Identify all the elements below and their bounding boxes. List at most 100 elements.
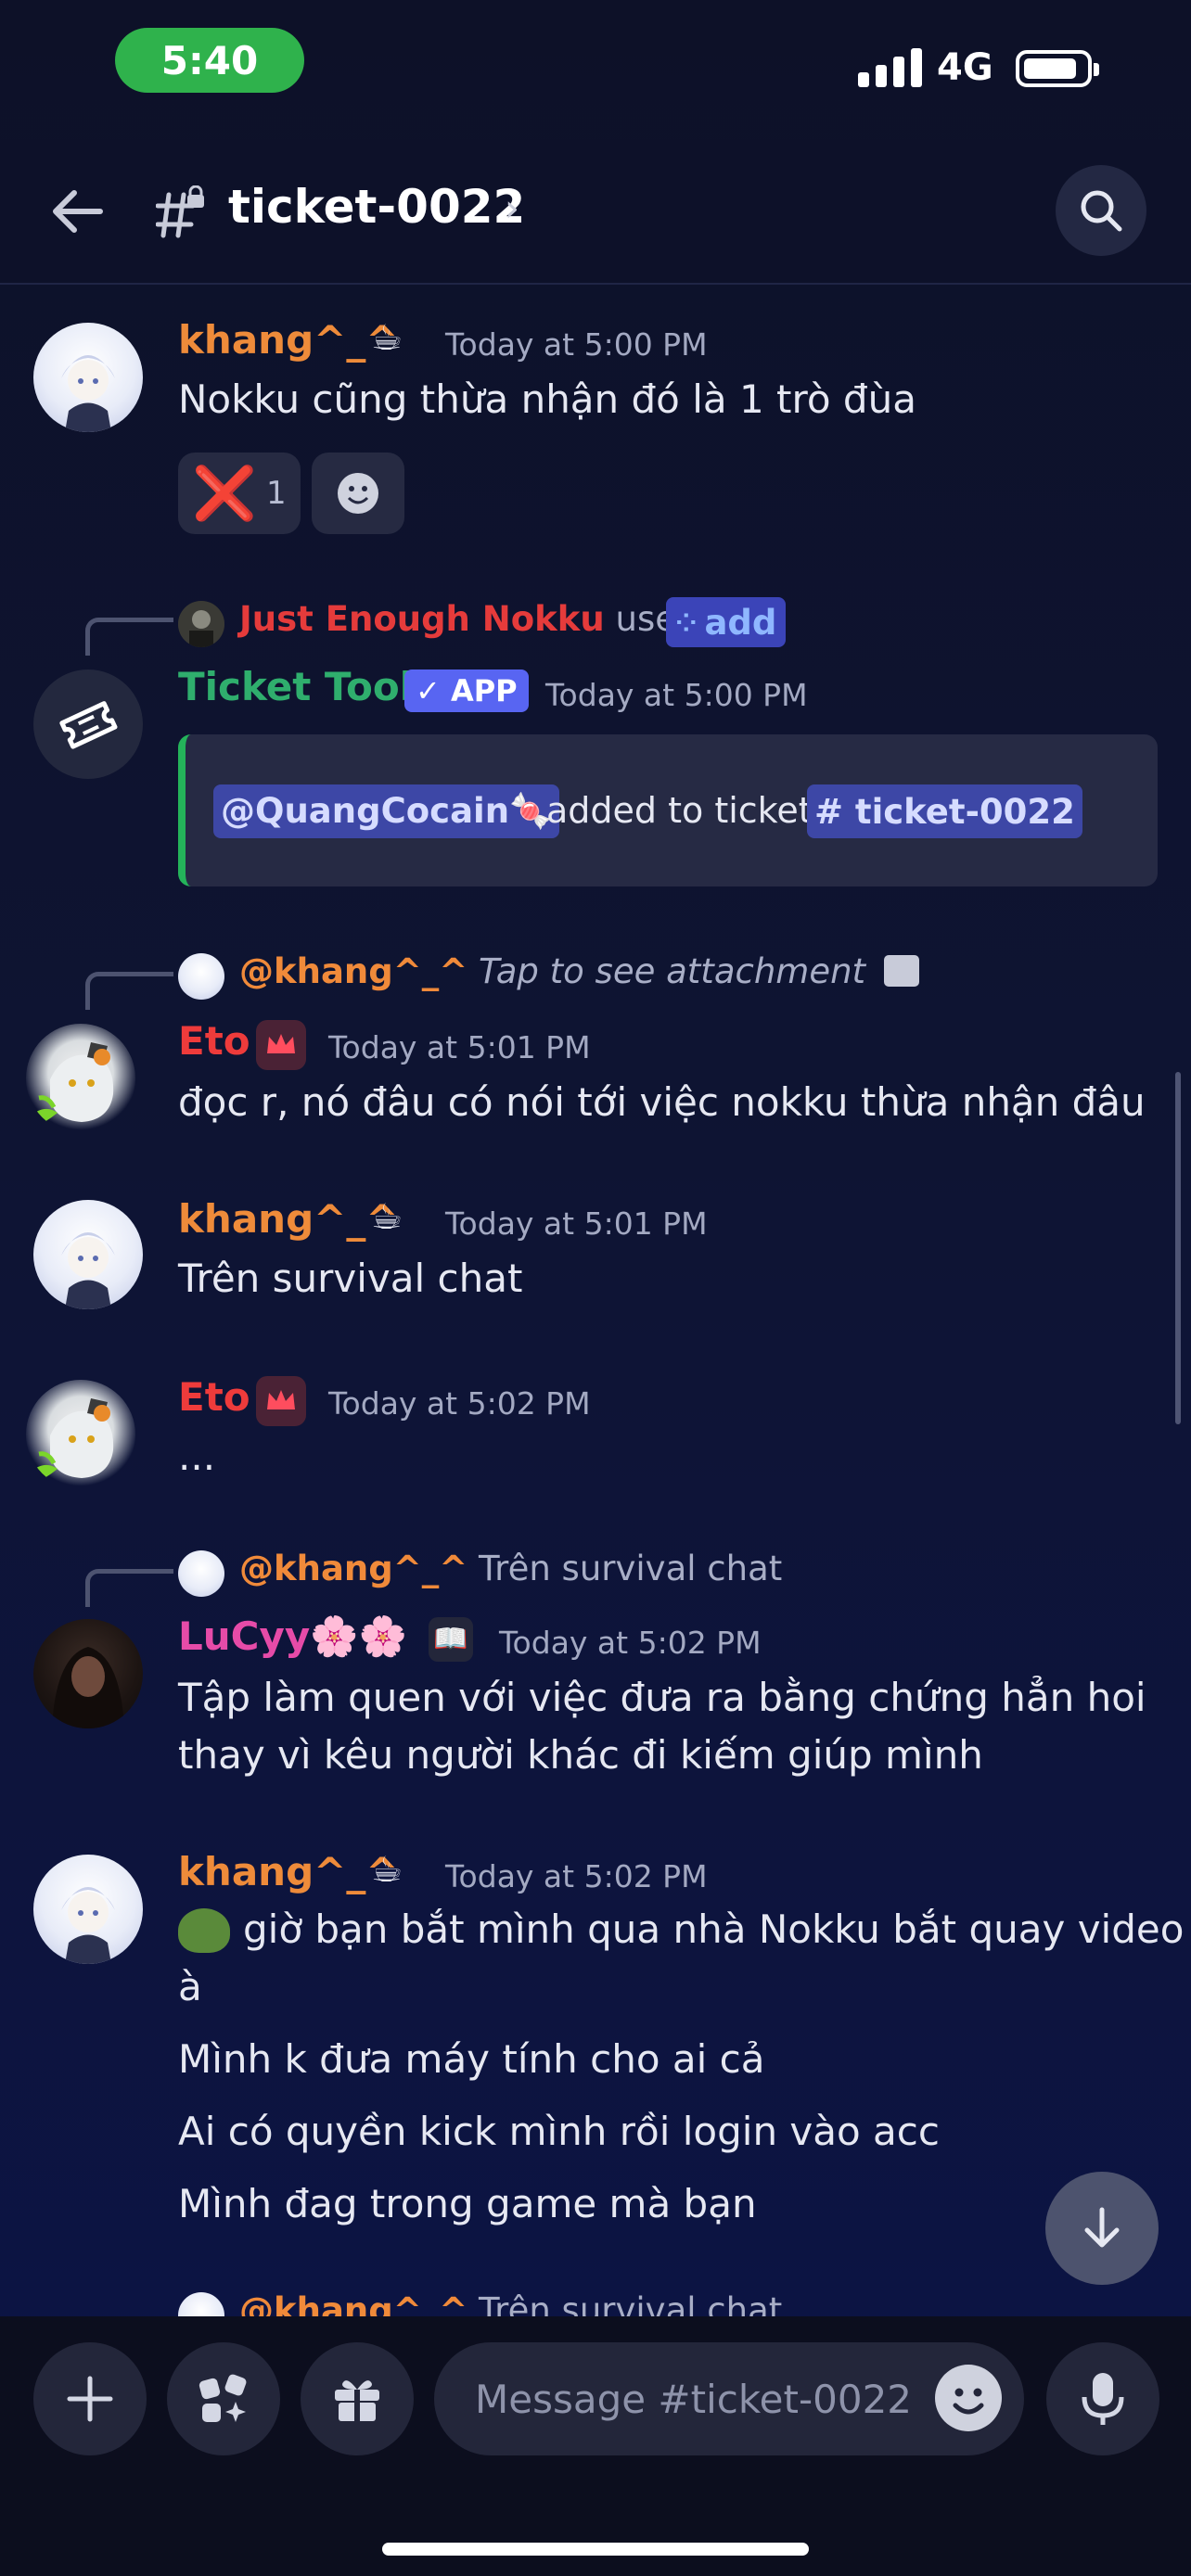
signal-icon — [858, 45, 922, 87]
command-name: add — [704, 602, 777, 643]
avatar-image — [30, 1042, 114, 1128]
reply-avatar — [178, 953, 224, 1000]
user-mention[interactable]: @QuangCocain🍬 — [213, 784, 560, 838]
embed-text: added to ticket — [546, 790, 813, 831]
reply-connector — [85, 972, 173, 1010]
reply-avatar — [178, 1550, 224, 1597]
message-composer: Message #ticket-0022 — [0, 2316, 1191, 2576]
timestamp: Today at 5:02 PM — [328, 1385, 591, 1422]
message-text: ... — [178, 1434, 216, 1479]
author-name[interactable]: Ticket Tool — [178, 664, 413, 709]
search-icon — [1081, 190, 1122, 232]
microphone-icon — [1082, 2373, 1124, 2425]
reply-preview[interactable]: @khang^_^ Trên survival chat — [239, 1549, 782, 1588]
reply-connector — [85, 1569, 173, 1607]
reply-author: @khang^_^ — [239, 951, 468, 991]
avatar-image — [61, 355, 115, 432]
invoker-name[interactable]: Just Enough Nokku — [239, 599, 605, 639]
bot-embed: @QuangCocain🍬 added to ticket # ticket-0… — [178, 734, 1158, 886]
ticket-icon — [59, 701, 118, 749]
avatar[interactable] — [26, 1024, 135, 1133]
book-badge-icon: 📖 — [429, 1617, 473, 1662]
crown-icon — [256, 1376, 306, 1426]
pepe-emoji-icon — [178, 1908, 230, 1953]
scrollbar[interactable] — [1175, 1072, 1181, 1424]
reaction-count: 1 — [266, 475, 287, 512]
smiley-icon — [937, 2366, 1000, 2429]
search-button[interactable] — [1056, 165, 1146, 256]
app-badge: ✓ APP — [404, 670, 529, 712]
author-name[interactable]: Eto — [178, 1018, 250, 1064]
reply-snippet: Trên survival chat — [479, 1549, 783, 1588]
gift-icon — [335, 2380, 379, 2421]
message-text: đọc r, nó đâu có nói tới việc nokku thừa… — [178, 1079, 1146, 1125]
avatar[interactable] — [33, 1855, 143, 1964]
private-channel-hash-icon — [156, 185, 204, 238]
status-bar: 5:40 4G — [0, 0, 1191, 130]
invoker-avatar[interactable] — [178, 601, 224, 647]
author-name[interactable]: khang^_^ — [178, 1196, 399, 1242]
message-text: Mình k đưa máy tính cho ai cả — [178, 2036, 765, 2082]
arrow-down-icon — [1084, 2207, 1120, 2248]
timestamp: Today at 5:01 PM — [328, 1029, 591, 1065]
bot-avatar[interactable] — [33, 670, 143, 779]
coffee-badge-icon: ☕ — [371, 1849, 403, 1890]
avatar[interactable] — [33, 1200, 143, 1309]
reply-connector — [85, 618, 173, 656]
message-text: Ai có quyền kick mình rồi login vào acc — [178, 2109, 940, 2154]
reaction-x[interactable]: ❌ 1 — [178, 453, 301, 534]
voice-message-button[interactable] — [1046, 2342, 1159, 2455]
smiley-icon — [338, 473, 378, 514]
avatar-image — [61, 1232, 115, 1309]
author-name[interactable]: khang^_^ — [178, 317, 399, 363]
emoji-button[interactable] — [935, 2365, 1002, 2431]
message-text: Mình đag trong game mà bạn — [178, 2181, 757, 2226]
chevron-right-icon[interactable]: › — [505, 187, 519, 230]
channel-title[interactable]: ticket-0022 — [228, 180, 525, 234]
avatar-image — [61, 1887, 115, 1964]
back-button[interactable] — [45, 178, 111, 245]
timestamp: Today at 5:02 PM — [445, 1858, 708, 1894]
apps-button[interactable] — [167, 2342, 280, 2455]
command-usage: Just Enough Nokku used — [239, 599, 698, 639]
add-reaction-button[interactable] — [312, 453, 404, 534]
channel-header: ticket-0022 › — [0, 139, 1191, 285]
reply-preview[interactable]: @khang^_^ Trên survival chat — [239, 2290, 782, 2316]
reply-preview[interactable]: @khang^_^ Tap to see attachment — [239, 951, 919, 991]
author-name[interactable]: LuCyy🌸🌸 — [178, 1613, 407, 1660]
avatar-image — [30, 1398, 114, 1484]
avatar[interactable] — [33, 1619, 143, 1728]
status-time: 5:40 — [115, 28, 304, 93]
author-name[interactable]: Eto — [178, 1374, 250, 1420]
message-placeholder: Message #ticket-0022 — [475, 2376, 913, 2422]
timestamp: Today at 5:00 PM — [445, 326, 708, 363]
message-text: thay vì kêu người khác đi kiếm giúp mình — [178, 1732, 983, 1778]
jump-to-bottom-button[interactable] — [1045, 2172, 1159, 2285]
back-arrow-icon — [53, 190, 103, 233]
message-text: à — [178, 1964, 202, 2009]
avatar-image — [178, 601, 224, 647]
coffee-badge-icon: ☕ — [371, 1196, 403, 1237]
message-text: Trên survival chat — [178, 1256, 523, 1301]
avatar[interactable] — [33, 323, 143, 432]
crown-icon — [256, 1020, 306, 1070]
home-indicator[interactable] — [382, 2543, 809, 2556]
message-text: Nokku cũng thừa nhận đó là 1 trò đùa — [178, 376, 916, 422]
channel-mention[interactable]: # ticket-0022 — [807, 784, 1082, 838]
reply-snippet: Trên survival chat — [479, 2290, 783, 2316]
timestamp: Today at 5:02 PM — [499, 1625, 762, 1661]
slash-command-chip[interactable]: ⁘ add — [666, 597, 787, 647]
attach-button[interactable] — [33, 2342, 147, 2455]
apps-icon — [198, 2374, 247, 2422]
avatar[interactable] — [26, 1380, 135, 1489]
reply-author: @khang^_^ — [239, 1549, 468, 1588]
gift-button[interactable] — [301, 2342, 414, 2455]
reply-avatar — [178, 2292, 224, 2316]
author-name[interactable]: khang^_^ — [178, 1849, 399, 1894]
reply-author: @khang^_^ — [239, 2290, 468, 2316]
battery-icon — [1016, 50, 1099, 87]
message-text: giờ bạn bắt mình qua nhà Nokku bắt quay … — [243, 1906, 1185, 1952]
message-list[interactable]: khang^_^ ☕ Today at 5:00 PM Nokku cũng t… — [0, 284, 1191, 2316]
message-text: Tập làm quen với việc đưa ra bằng chứng … — [178, 1675, 1146, 1720]
timestamp: Today at 5:01 PM — [445, 1205, 708, 1242]
